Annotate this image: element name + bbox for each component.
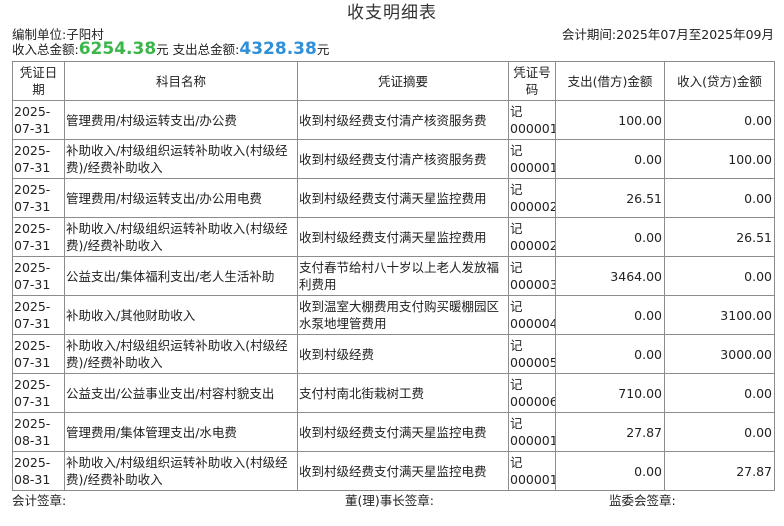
- cell-credit: 0.00: [664, 373, 775, 413]
- cell-debit: 26.51: [555, 178, 665, 218]
- signature-line: 会计签章: 董(理)事长签章: 监委会签章:: [12, 490, 774, 508]
- cell-voucher: 记000006: [508, 373, 556, 413]
- expense-total-label: 支出总金额:: [172, 42, 240, 57]
- cell-subject: 补助收入/村级组织运转补助收入(村级经费)/经费补助收入: [64, 451, 298, 491]
- cell-voucher: 记000001: [508, 139, 556, 179]
- cell-subject: 管理费用/村级运转支出/办公费: [64, 100, 298, 140]
- cell-debit: 0.00: [555, 451, 665, 491]
- cell-credit: 3100.00: [664, 295, 775, 335]
- cell-subject: 补助收入/村级组织运转补助收入(村级经费)/经费补助收入: [64, 217, 298, 257]
- expense-total-unit: 元: [316, 42, 330, 57]
- header-credit: 收入(贷方)金额: [664, 61, 775, 101]
- cell-summary: 收到村级经费支付满天星监控电费: [297, 412, 509, 452]
- supervisor-signature: 监委会签章:: [609, 493, 676, 508]
- table-row: 2025-07-31 补助收入/村级组织运转补助收入(村级经费)/经费补助收入 收到…: [12, 139, 775, 179]
- header-debit: 支出(借方)金额: [555, 61, 665, 101]
- cell-credit: 100.00: [664, 139, 775, 179]
- table-row: 2025-07-31 管理费用/村级运转支出/办公用电费 收到村级经费支付满天星监控…: [12, 178, 775, 218]
- cell-voucher: 记000005: [508, 334, 556, 374]
- cell-debit: 0.00: [555, 139, 665, 179]
- header-voucher: 凭证号码: [508, 61, 556, 101]
- cell-voucher: 记000001: [508, 100, 556, 140]
- accounting-period-value: 2025年07月至2025年09月: [616, 27, 774, 42]
- accounting-period: 会计期间:2025年07月至2025年09月: [562, 24, 774, 43]
- table-row: 2025-08-31 管理费用/集体管理支出/水电费 收到村级经费支付满天星监控电费…: [12, 412, 775, 452]
- table-row: 2025-07-31 补助收入/其他财助收入 收到温室大棚费用支付购买暖棚园区水泵地…: [12, 295, 775, 335]
- cell-summary: 收到温室大棚费用支付购买暖棚园区水泵地埋管费用: [297, 295, 509, 335]
- report-page: 收支明细表 编制单位:子阳村 会计期间:2025年07月至2025年09月 收入…: [0, 0, 784, 526]
- header-subject: 科目名称: [64, 61, 298, 101]
- income-total-label: 收入总金额:: [12, 42, 79, 57]
- cell-subject: 公益支出/公益事业支出/村容村貌支出: [64, 373, 298, 413]
- cell-voucher: 记000001: [508, 412, 556, 452]
- cell-credit: 26.51: [664, 217, 775, 257]
- table-row: 2025-07-31 补助收入/村级组织运转补助收入(村级经费)/经费补助收入 收到…: [12, 334, 775, 374]
- cell-summary: 收到村级经费支付满天星监控电费: [297, 451, 509, 491]
- chairman-signature: 董(理)事长签章:: [345, 493, 434, 508]
- cell-date: 2025-08-31: [12, 412, 65, 452]
- cell-debit: 100.00: [555, 100, 665, 140]
- ledger-body: 2025-07-31 管理费用/村级运转支出/办公费 收到村级经费支付清产核资服务费…: [12, 100, 775, 491]
- cell-date: 2025-07-31: [12, 100, 65, 140]
- cell-summary: 收到村级经费支付清产核资服务费: [297, 100, 509, 140]
- cell-date: 2025-07-31: [12, 334, 65, 374]
- cell-date: 2025-07-31: [12, 217, 65, 257]
- cell-voucher: 记000003: [508, 256, 556, 296]
- cell-credit: 0.00: [664, 178, 775, 218]
- report-title: 收支明细表: [347, 3, 437, 23]
- cell-debit: 0.00: [555, 295, 665, 335]
- table-row: 2025-07-31 公益支出/集体福利支出/老人生活补助 支付春节给村八十岁以上老…: [12, 256, 775, 296]
- table-row: 2025-07-31 公益支出/公益事业支出/村容村貌支出 支付村南北街栽树工费 记0…: [12, 373, 775, 413]
- cell-summary: 收到村级经费: [297, 334, 509, 374]
- accountant-signature: 会计签章:: [12, 493, 67, 508]
- cell-subject: 补助收入/村级组织运转补助收入(村级经费)/经费补助收入: [64, 139, 298, 179]
- cell-date: 2025-07-31: [12, 178, 65, 218]
- cell-date: 2025-07-31: [12, 295, 65, 335]
- cell-credit: 0.00: [664, 412, 775, 452]
- cell-summary: 收到村级经费支付清产核资服务费: [297, 139, 509, 179]
- cell-debit: 3464.00: [555, 256, 665, 296]
- cell-date: 2025-08-31: [12, 451, 65, 491]
- cell-voucher: 记000002: [508, 217, 556, 257]
- accounting-period-label: 会计期间:: [561, 27, 617, 42]
- cell-subject: 公益支出/集体福利支出/老人生活补助: [64, 256, 298, 296]
- expense-total-value: 4328.38: [239, 39, 317, 59]
- ledger-table: 凭证日期 科目名称 凭证摘要 凭证号码 支出(借方)金额 收入(贷方)金额 20…: [12, 61, 775, 491]
- report-meta: 编制单位:子阳村 会计期间:2025年07月至2025年09月: [12, 24, 774, 43]
- cell-debit: 0.00: [555, 334, 665, 374]
- table-row: 2025-08-31 补助收入/村级组织运转补助收入(村级经费)/经费补助收入 收到…: [12, 451, 775, 491]
- cell-credit: 0.00: [664, 100, 775, 140]
- cell-date: 2025-07-31: [12, 139, 65, 179]
- cell-debit: 27.87: [555, 412, 665, 452]
- cell-credit: 3000.00: [664, 334, 775, 374]
- table-row: 2025-07-31 管理费用/村级运转支出/办公费 收到村级经费支付清产核资服务费…: [12, 100, 775, 140]
- cell-subject: 管理费用/集体管理支出/水电费: [64, 412, 298, 452]
- header-row: 凭证日期 科目名称 凭证摘要 凭证号码 支出(借方)金额 收入(贷方)金额: [12, 61, 775, 101]
- cell-voucher: 记000004: [508, 295, 556, 335]
- header-date: 凭证日期: [12, 61, 65, 101]
- cell-subject: 补助收入/村级组织运转补助收入(村级经费)/经费补助收入: [64, 334, 298, 374]
- cell-date: 2025-07-31: [12, 373, 65, 413]
- cell-summary: 支付春节给村八十岁以上老人发放福利费用: [297, 256, 509, 296]
- totals-line: 收入总金额:6254.38元 支出总金额:4328.38元: [12, 39, 329, 61]
- cell-summary: 收到村级经费支付满天星监控费用: [297, 217, 509, 257]
- cell-debit: 0.00: [555, 217, 665, 257]
- cell-subject: 管理费用/村级运转支出/办公用电费: [64, 178, 298, 218]
- cell-subject: 补助收入/其他财助收入: [64, 295, 298, 335]
- cell-voucher: 记000002: [508, 178, 556, 218]
- cell-summary: 支付村南北街栽树工费: [297, 373, 509, 413]
- cell-debit: 710.00: [555, 373, 665, 413]
- cell-date: 2025-07-31: [12, 256, 65, 296]
- header-summary: 凭证摘要: [297, 61, 509, 101]
- cell-credit: 27.87: [664, 451, 775, 491]
- income-total-value: 6254.38: [78, 39, 157, 59]
- cell-summary: 收到村级经费支付满天星监控费用: [297, 178, 509, 218]
- cell-credit: 0.00: [664, 256, 775, 296]
- table-row: 2025-07-31 补助收入/村级组织运转补助收入(村级经费)/经费补助收入 收到…: [12, 217, 775, 257]
- income-total-unit: 元: [156, 42, 169, 57]
- cell-voucher: 记000001: [508, 451, 556, 491]
